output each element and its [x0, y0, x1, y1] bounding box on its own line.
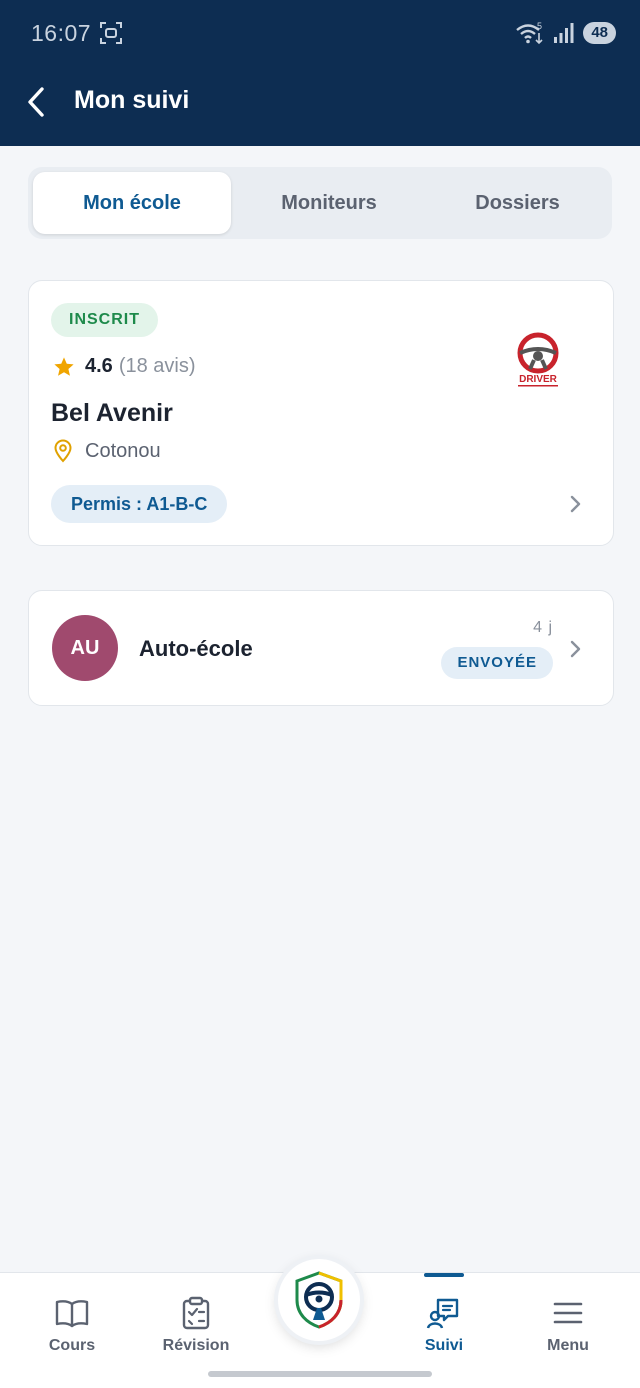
school-rating: 4.6 (18 avis) [53, 355, 196, 378]
nav-label-menu: Menu [547, 1337, 589, 1354]
screen-record-icon [100, 22, 122, 44]
school-name: Bel Avenir [51, 399, 173, 427]
rating-value: 4.6 [85, 355, 113, 377]
clipboard-check-icon [182, 1296, 210, 1330]
battery-indicator: 48 [583, 22, 616, 44]
status-bar: 16:07 5 48 [0, 0, 640, 66]
app-header: 16:07 5 48 Mon suivi [0, 0, 640, 146]
status-time: 16:07 [31, 20, 92, 46]
nav-label-suivi: Suivi [424, 1337, 464, 1354]
network-badge: 5 [537, 21, 542, 31]
dossier-title: Auto-école [139, 636, 253, 661]
avatar: AU [52, 615, 118, 681]
nav-item-menu[interactable]: Menu [504, 1273, 632, 1373]
center-home-button[interactable] [278, 1259, 360, 1341]
chevron-right-icon [570, 640, 581, 658]
tab-dossiers[interactable]: Dossiers [425, 172, 610, 234]
permis-badge: Permis : A1-B-C [51, 485, 228, 523]
status-icons: 5 48 [515, 20, 616, 46]
hamburger-icon [553, 1302, 583, 1324]
school-card[interactable]: INSCRIT 4.6 (18 avis) Bel Avenir Cotonou… [28, 280, 614, 546]
rating-count: (18 avis) [118, 355, 196, 377]
back-arrow-icon[interactable] [22, 84, 54, 120]
location-pin-icon [54, 439, 72, 463]
dossier-time: 4 j [533, 619, 553, 636]
segmented-tabs: Mon école Moniteurs Dossiers [28, 167, 612, 239]
nav-item-revision[interactable]: Révision [132, 1273, 260, 1373]
book-icon [55, 1300, 89, 1328]
school-logo: DRIVER [517, 332, 559, 387]
status-badge: INSCRIT [51, 303, 158, 337]
tab-moniteurs[interactable]: Moniteurs [233, 172, 425, 234]
nav-label-cours: Cours [48, 1337, 96, 1354]
header-nav: Mon suivi [0, 76, 640, 128]
dossier-status-badge: ENVOYÉE [441, 647, 553, 679]
tab-mon-ecole[interactable]: Mon école [33, 172, 231, 234]
page-title: Mon suivi [74, 86, 190, 114]
chat-user-icon [426, 1298, 459, 1329]
chevron-right-icon [570, 495, 581, 513]
school-location: Cotonou [53, 439, 161, 463]
nav-label-revision: Révision [162, 1337, 230, 1354]
school-city: Cotonou [85, 439, 161, 462]
logo-text: DRIVER [519, 374, 558, 385]
nav-item-cours[interactable]: Cours [8, 1273, 136, 1373]
signal-icon [554, 23, 574, 43]
dossier-card[interactable]: AU Auto-école 4 j ENVOYÉE [28, 590, 614, 706]
star-icon [54, 356, 74, 376]
steering-shield-icon [295, 1271, 343, 1329]
wifi-icon: 5 [516, 21, 543, 45]
nav-item-suivi[interactable]: Suivi [380, 1273, 508, 1373]
home-indicator[interactable] [208, 1371, 432, 1377]
